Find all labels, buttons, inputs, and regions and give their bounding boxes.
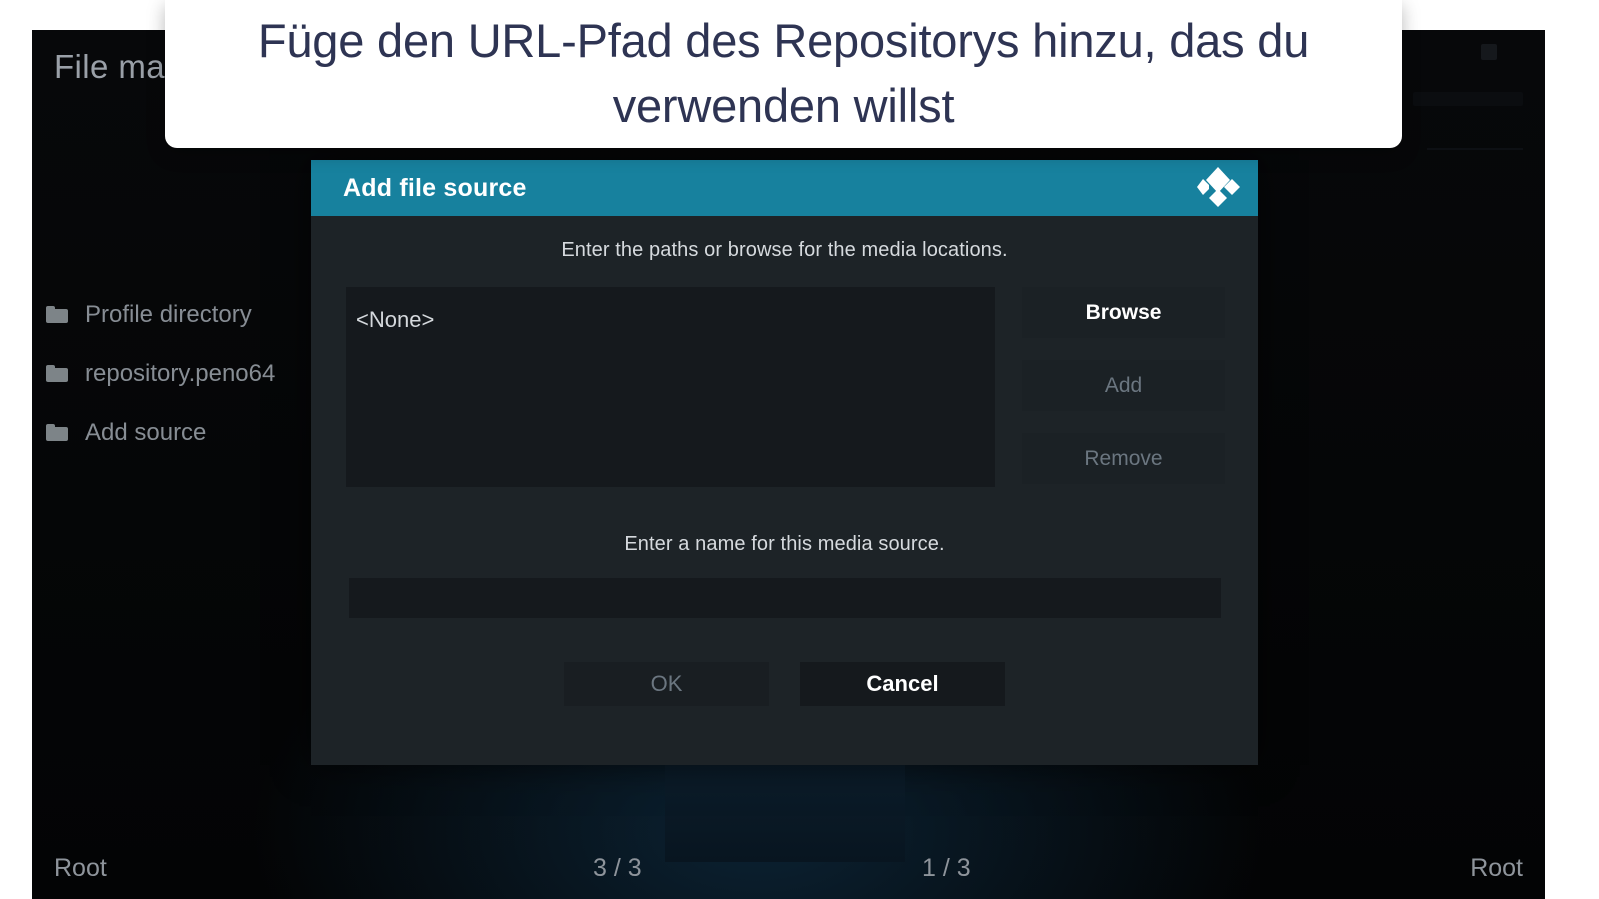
kodi-logo-icon — [1196, 166, 1242, 210]
remove-button[interactable]: Remove — [1022, 433, 1225, 484]
page-title: File ma — [54, 48, 165, 85]
folder-icon — [46, 306, 68, 323]
status-left-count: 3 / 3 — [593, 853, 642, 882]
browse-button[interactable]: Browse — [1022, 287, 1225, 338]
instruction-callout: Füge den URL-Pfad des Repositorys hinzu,… — [165, 0, 1402, 148]
paths-hint-label: Enter the paths or browse for the media … — [561, 239, 1008, 261]
dialog-body: Enter the paths or browse for the media … — [311, 216, 1258, 765]
sidebar-item-repository-peno64[interactable]: repository.peno64 — [32, 344, 332, 403]
dialog-title: Add file source — [343, 173, 527, 202]
media-source-name-input[interactable] — [349, 578, 1221, 618]
dialog-footer: OK Cancel — [311, 662, 1258, 706]
status-right-root-label: Root — [1470, 853, 1523, 882]
status-left-root-label: Root — [54, 853, 107, 882]
folder-icon — [46, 424, 68, 441]
status-bar: Root 3 / 3 1 / 3 Root — [32, 837, 1545, 899]
paths-list[interactable]: <None> — [346, 287, 995, 487]
path-list-item[interactable]: <None> — [356, 305, 995, 335]
instruction-callout-text: Füge den URL-Pfad des Repositorys hinzu,… — [257, 14, 1310, 132]
ok-button[interactable]: OK — [564, 662, 769, 706]
sidebar-item-label: Profile directory — [85, 300, 252, 328]
file-list-left-panel[interactable]: Profile directory repository.peno64 Add … — [32, 285, 332, 462]
cancel-button[interactable]: Cancel — [800, 662, 1005, 706]
sidebar-item-label: Add source — [85, 418, 207, 446]
top-right-decorative-icon — [1481, 44, 1497, 60]
dialog-header: Add file source — [311, 160, 1258, 216]
top-right-decorative-line — [1427, 148, 1523, 150]
name-hint-label: Enter a name for this media source. — [624, 533, 945, 555]
paths-buttons-column: Browse Add Remove — [995, 287, 1225, 487]
add-file-source-dialog: Add file source Enter the paths or brows… — [311, 160, 1258, 765]
sidebar-item-profile-directory[interactable]: Profile directory — [32, 285, 332, 344]
top-right-decorative-bar — [1413, 92, 1523, 106]
add-button[interactable]: Add — [1022, 360, 1225, 411]
sidebar-item-label: repository.peno64 — [85, 359, 276, 387]
sidebar-item-add-source[interactable]: Add source — [32, 403, 332, 462]
folder-icon — [46, 365, 68, 382]
paths-row: <None> Browse Add Remove — [346, 287, 1225, 487]
status-right-count: 1 / 3 — [922, 853, 971, 882]
